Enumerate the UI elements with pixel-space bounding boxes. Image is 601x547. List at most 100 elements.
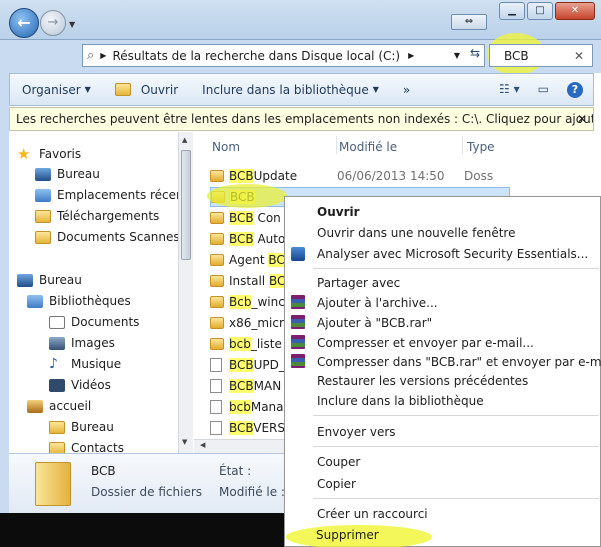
nav-item-bureau-root[interactable]: Bureau xyxy=(17,270,82,290)
nav-label: Bureau xyxy=(71,420,114,434)
nav-item-favoris[interactable]: ★ Favoris xyxy=(17,144,81,164)
file-icon xyxy=(210,379,222,393)
command-bar: Organiser ▼ Ouvrir Inclure dans la bibli… xyxy=(9,73,594,106)
music-icon: ♪ xyxy=(49,356,58,372)
nav-label: Bibliothèques xyxy=(49,294,131,308)
minimize-button[interactable]: ▁ xyxy=(499,2,525,20)
scroll-down-icon[interactable]: ▼ xyxy=(182,438,187,446)
column-header-modifie[interactable]: Modifié le xyxy=(339,140,397,154)
menu-item-supprimer[interactable]: Supprimer xyxy=(316,528,379,542)
folder-icon xyxy=(35,462,71,506)
swap-button[interactable]: ⇔ xyxy=(451,14,487,30)
menu-item-compresser-rar-email[interactable]: Compresser dans "BCB.rar" et envoyer par… xyxy=(317,355,601,369)
navigation-pane: ★ Favoris Bureau Emplacements récen Télé… xyxy=(9,132,189,453)
file-name: Agent BC xyxy=(229,253,285,267)
organiser-label: Organiser xyxy=(22,82,81,97)
nav-item-documents[interactable]: Documents xyxy=(49,312,139,332)
desktop-icon xyxy=(17,273,33,287)
column-header-type[interactable]: Type xyxy=(467,140,495,154)
menu-item-partager[interactable]: Partager avec xyxy=(317,276,400,290)
chevron-down-icon: ▼ xyxy=(84,85,91,94)
file-name: Install BC xyxy=(229,274,286,288)
contacts-icon xyxy=(49,441,65,453)
menu-item-inclure[interactable]: Inclure dans la bibliothèque xyxy=(317,394,484,408)
chevron-right-icon[interactable]: ▶ xyxy=(100,51,106,60)
file-type: Doss xyxy=(464,169,494,183)
close-button[interactable]: ✕ xyxy=(555,2,595,20)
scroll-left-icon[interactable]: ◀ xyxy=(200,441,205,449)
menu-item-couper[interactable]: Couper xyxy=(317,455,360,469)
nav-item-musique[interactable]: ♪ Musique xyxy=(49,354,121,374)
back-button[interactable]: ← xyxy=(9,8,39,38)
nav-label: Documents xyxy=(71,315,140,329)
help-icon[interactable]: ? xyxy=(567,82,583,98)
file-name: bcbMana xyxy=(229,400,284,414)
menu-item-creer-raccourci[interactable]: Créer un raccourci xyxy=(317,507,428,521)
documents-icon xyxy=(49,315,65,329)
column-divider[interactable] xyxy=(462,136,463,154)
file-name-part: _liste xyxy=(250,337,282,351)
menu-item-ouvrir[interactable]: Ouvrir xyxy=(317,205,360,219)
recent-pages-dropdown[interactable]: ▼ xyxy=(69,20,75,29)
file-name: Bcb_winc xyxy=(229,295,285,309)
menu-item-ajouter-rar[interactable]: Ajouter à "BCB.rar" xyxy=(317,316,432,330)
refresh-icon[interactable]: ⇆ xyxy=(470,46,480,60)
nav-label: Favoris xyxy=(39,147,82,161)
file-date: 06/06/2013 14:50 xyxy=(337,169,445,183)
maximize-button[interactable]: □ xyxy=(527,2,553,20)
clear-search-icon[interactable]: ✕ xyxy=(574,49,584,63)
menu-item-copier[interactable]: Copier xyxy=(317,477,356,491)
scroll-thumb[interactable] xyxy=(181,150,191,260)
address-path[interactable]: Résultats de la recherche dans Disque lo… xyxy=(112,49,400,63)
nav-label: Images xyxy=(71,336,115,350)
file-name-part: MAN xyxy=(253,379,282,393)
nav-item-documents-scannes[interactable]: Documents Scannes xyxy=(35,227,180,247)
more-commands-button[interactable]: » xyxy=(391,83,422,97)
chevron-down-icon: ▼ xyxy=(372,85,379,94)
nav-item-telechargements[interactable]: Téléchargements xyxy=(35,206,159,226)
preview-pane-icon[interactable]: ▭ xyxy=(538,82,549,98)
nav-label: Bureau xyxy=(39,273,82,287)
menu-item-ouvrir-nouvelle-fenetre[interactable]: Ouvrir dans une nouvelle fenêtre xyxy=(317,226,515,240)
search-input[interactable]: BCB ✕ xyxy=(489,44,593,67)
index-info-bar[interactable]: Les recherches peuvent être lentes dans … xyxy=(9,107,594,131)
menu-item-compresser-email[interactable]: Compresser et envoyer par e-mail... xyxy=(317,336,534,350)
file-row[interactable]: BCBUpdate 06/06/2013 14:50 Doss xyxy=(210,166,510,186)
nav-item-images[interactable]: Images xyxy=(49,333,115,353)
column-divider[interactable] xyxy=(336,136,337,154)
file-name-part: _winc xyxy=(251,295,285,309)
nav-item-emplacements[interactable]: Emplacements récen xyxy=(35,185,184,205)
file-name-part: Mana xyxy=(250,400,284,414)
nav-item-videos[interactable]: Vidéos xyxy=(49,375,111,395)
nav-item-bibliotheques[interactable]: Bibliothèques xyxy=(27,291,131,311)
close-icon[interactable]: ✕ xyxy=(577,108,587,130)
view-options-icon[interactable]: ☷ ▾ xyxy=(499,82,520,98)
column-header-nom[interactable]: Nom xyxy=(212,140,240,154)
address-bar[interactable]: ⌕ ▶ Résultats de la recherche dans Disqu… xyxy=(82,44,485,67)
folder-icon xyxy=(49,420,65,434)
nav-scrollbar[interactable]: ▲ ▼ xyxy=(178,132,193,453)
nav-item-bureau-user[interactable]: Bureau xyxy=(49,417,114,437)
address-dropdown-icon[interactable]: ▼ xyxy=(454,51,460,60)
forward-button[interactable]: → xyxy=(40,10,66,36)
winrar-icon xyxy=(291,295,305,309)
recent-places-icon xyxy=(35,188,51,202)
file-icon xyxy=(210,358,222,372)
scroll-up-icon[interactable]: ▲ xyxy=(182,136,187,144)
nav-item-accueil[interactable]: accueil xyxy=(27,396,91,416)
menu-item-restaurer[interactable]: Restaurer les versions précédentes xyxy=(317,374,528,388)
chevron-right-icon[interactable]: ▶ xyxy=(408,51,414,60)
organiser-menu[interactable]: Organiser ▼ xyxy=(10,83,103,97)
inclure-menu[interactable]: Inclure dans la bibliothèque ▼ xyxy=(190,83,391,97)
ouvrir-button[interactable]: Ouvrir xyxy=(103,83,190,97)
nav-item-contacts[interactable]: Contacts xyxy=(49,438,124,453)
menu-item-envoyer-vers[interactable]: Envoyer vers xyxy=(317,425,396,439)
nav-item-bureau[interactable]: Bureau xyxy=(35,164,100,184)
downloads-icon xyxy=(35,209,51,223)
search-match: Bcb xyxy=(229,295,252,309)
window-frame xyxy=(0,73,9,513)
star-icon: ★ xyxy=(17,145,31,163)
file-name-part: Agent xyxy=(229,253,269,267)
menu-item-ajouter-archive[interactable]: Ajouter à l'archive... xyxy=(317,296,438,310)
menu-item-analyser[interactable]: Analyser avec Microsoft Security Essenti… xyxy=(317,247,588,261)
